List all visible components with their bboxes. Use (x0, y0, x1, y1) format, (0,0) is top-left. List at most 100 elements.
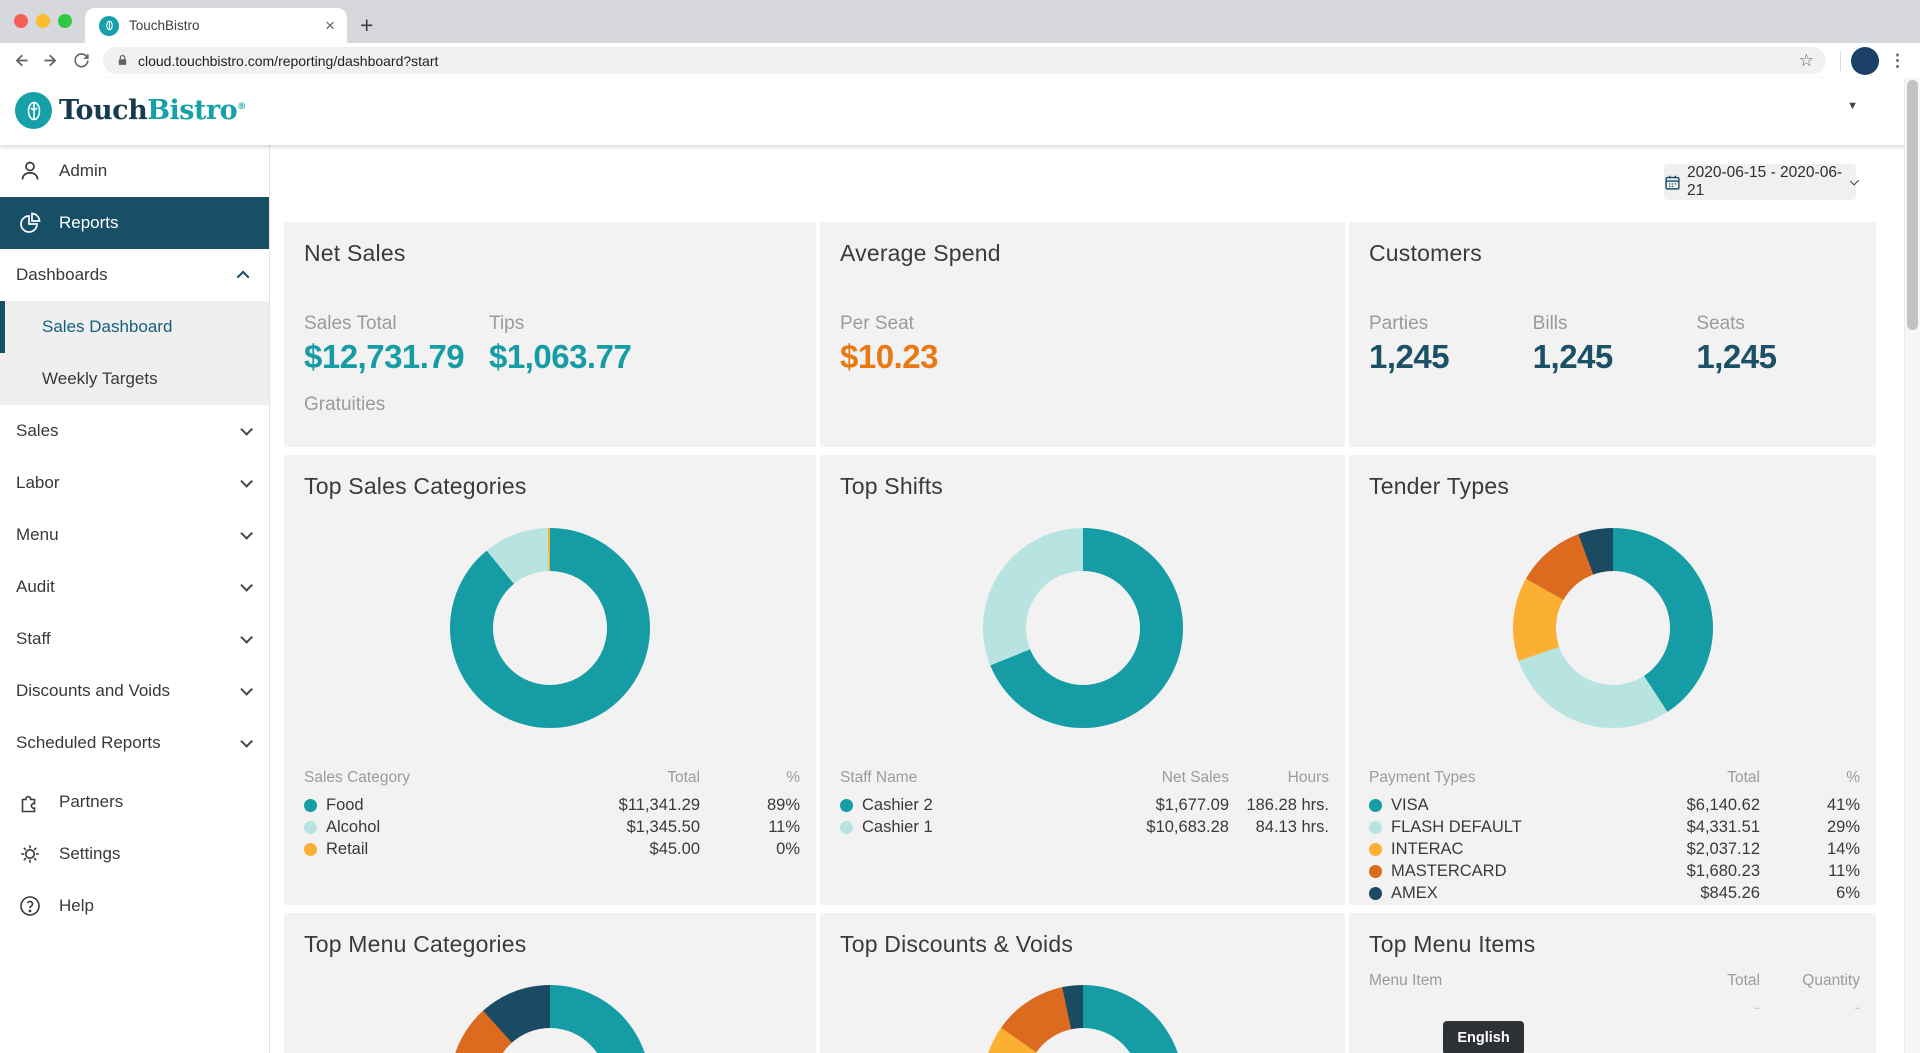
metric-value: 1,245 (1533, 338, 1697, 376)
calendar-icon (1664, 174, 1681, 191)
new-tab-button[interactable]: + (360, 9, 373, 41)
sidebar-item-dashboards[interactable]: Dashboards (0, 249, 269, 301)
legend-dot-icon (1369, 865, 1382, 878)
sidebar-item-settings[interactable]: Settings (0, 828, 269, 880)
top-shifts-card: Top Shifts Staff NameNet SalesHoursCashi… (820, 455, 1345, 905)
sidebar-item-label: Staff (16, 629, 240, 649)
brand-wordmark: TouchBistro® (59, 95, 246, 126)
sidebar-item-sales-dashboard[interactable]: Sales Dashboard (0, 301, 269, 353)
discounts-voids-donut-chart[interactable] (983, 985, 1183, 1053)
back-icon[interactable] (10, 50, 31, 71)
menu-categories-donut-chart[interactable] (450, 985, 650, 1053)
metric-label: Sales Total (304, 313, 489, 335)
sidebar-item-label: Labor (16, 473, 240, 493)
table-header-row: Payment TypesTotal% (1369, 766, 1860, 790)
table-cell: INTERAC (1369, 840, 1585, 859)
card-title: Average Spend (840, 240, 1329, 267)
browser-menu-icon[interactable]: ⋮ (1889, 51, 1906, 71)
tab-close-icon[interactable]: × (325, 17, 335, 34)
table-cell: 0% (700, 840, 800, 859)
metric: Parties1,245 (1369, 313, 1533, 376)
sidebar-item-staff[interactable]: Staff (0, 613, 269, 665)
browser-tab[interactable]: TouchBistro × (85, 8, 347, 43)
card-title: Top Sales Categories (304, 473, 800, 500)
screen: TouchBistro × + cloud.touchbistro.com/re… (0, 0, 1920, 1053)
card-title: Top Menu Items (1369, 931, 1860, 958)
customers-card: Customers Parties1,245Bills1,245Seats1,2… (1349, 222, 1876, 447)
sidebar-item-partners[interactable]: Partners (0, 776, 269, 828)
sales-categories-table: Sales CategoryTotal%Food$11,341.2989%Alc… (304, 766, 800, 860)
table-cell-text: $1,345.50 (627, 818, 700, 836)
sidebar-item-label: Dashboards (16, 265, 240, 285)
sidebar-item-audit[interactable]: Audit (0, 561, 269, 613)
table-cell: $6,140.62 (1585, 796, 1760, 815)
column-header: Net Sales (1054, 769, 1229, 787)
brand-registered-mark: ® (237, 102, 246, 112)
net-sales-metrics: Sales Total$12,731.79Tips$1,063.77 (304, 313, 800, 376)
url-bar[interactable]: cloud.touchbistro.com/reporting/dashboar… (103, 47, 1826, 74)
table-cell-text: $11,341.29 (619, 796, 700, 814)
maximize-window-button[interactable] (58, 14, 72, 28)
table-cell: AMEX (1369, 884, 1585, 903)
sidebar-item-admin[interactable]: Admin (0, 145, 269, 197)
reload-icon[interactable] (72, 51, 91, 70)
table-cell: 186.28 hrs. (1229, 796, 1329, 815)
table-cell-text: INTERAC (1391, 840, 1463, 859)
table-cell: 41% (1760, 796, 1860, 815)
column-header: Total (1585, 972, 1760, 990)
language-button[interactable]: English (1443, 1021, 1524, 1053)
table-cell-text: $1,677.09 (1156, 796, 1229, 814)
card-title: Top Discounts & Voids (840, 931, 1329, 958)
chart-card-row: Top Sales Categories Sales CategoryTotal… (284, 455, 1876, 905)
sidebar-item-sales[interactable]: Sales (0, 405, 269, 457)
chevron-down-icon (240, 683, 253, 696)
sidebar-item-label: Sales Dashboard (42, 317, 249, 337)
sidebar-item-discounts-and-voids[interactable]: Discounts and Voids (0, 665, 269, 717)
table-cell-text: 41% (1827, 796, 1860, 814)
sales-categories-donut-chart[interactable] (450, 528, 650, 728)
table-cell-text: $2,037.12 (1687, 840, 1760, 858)
metric: Sales Total$12,731.79 (304, 313, 489, 376)
menu-items-table: Menu ItemTotalQuantity-- (1369, 969, 1860, 1019)
account-caret-icon[interactable]: ▼ (1847, 100, 1858, 112)
top-shifts-donut-chart[interactable] (983, 528, 1183, 728)
date-range-picker[interactable]: 2020-06-15 - 2020-06-21 (1664, 164, 1856, 200)
table-cell: 6% (1760, 884, 1860, 903)
sidebar-item-labor[interactable]: Labor (0, 457, 269, 509)
table-cell: $11,341.29 (525, 796, 700, 815)
sidebar-item-reports[interactable]: Reports (0, 197, 269, 249)
table-row: INTERAC$2,037.1214% (1369, 838, 1860, 860)
scrollbar-thumb[interactable] (1907, 80, 1918, 330)
touchbistro-logo[interactable]: TouchBistro® (15, 92, 246, 129)
table-row: FLASH DEFAULT$4,331.5129% (1369, 816, 1860, 838)
forward-icon[interactable] (41, 50, 62, 71)
column-header: Sales Category (304, 769, 525, 787)
column-header: Quantity (1760, 972, 1860, 990)
close-window-button[interactable] (14, 14, 28, 28)
top-menu-categories-card: Top Menu Categories (284, 913, 816, 1053)
sidebar-item-weekly-targets[interactable]: Weekly Targets (0, 353, 269, 405)
table-cell-text: 11% (768, 818, 800, 836)
table-header-row: Sales CategoryTotal% (304, 766, 800, 790)
table-cell: FLASH DEFAULT (1369, 818, 1585, 837)
sidebar-item-menu[interactable]: Menu (0, 509, 269, 561)
legend-dot-icon (1369, 843, 1382, 856)
column-header: Staff Name (840, 769, 1054, 787)
sidebar-item-label: Help (59, 896, 249, 916)
minimize-window-button[interactable] (36, 14, 50, 28)
column-header: Total (525, 769, 700, 787)
table-row: -- (1369, 997, 1860, 1019)
card-title: Tender Types (1369, 473, 1860, 500)
table-cell: - (1585, 999, 1760, 1018)
chevron-down-icon (240, 631, 253, 644)
tender-types-donut-chart[interactable] (1513, 528, 1713, 728)
table-cell-text: 84.13 hrs. (1256, 818, 1329, 836)
table-cell-text: $6,140.62 (1687, 796, 1760, 814)
sidebar-item-scheduled-reports[interactable]: Scheduled Reports (0, 717, 269, 769)
sidebar-item-help[interactable]: Help (0, 880, 269, 932)
table-cell-text: $45.00 (650, 840, 700, 858)
table-cell-text: Food (326, 796, 364, 815)
profile-avatar[interactable] (1851, 47, 1879, 75)
bookmark-star-icon[interactable]: ☆ (1799, 51, 1814, 71)
table-cell-text: Cashier 2 (862, 796, 933, 815)
